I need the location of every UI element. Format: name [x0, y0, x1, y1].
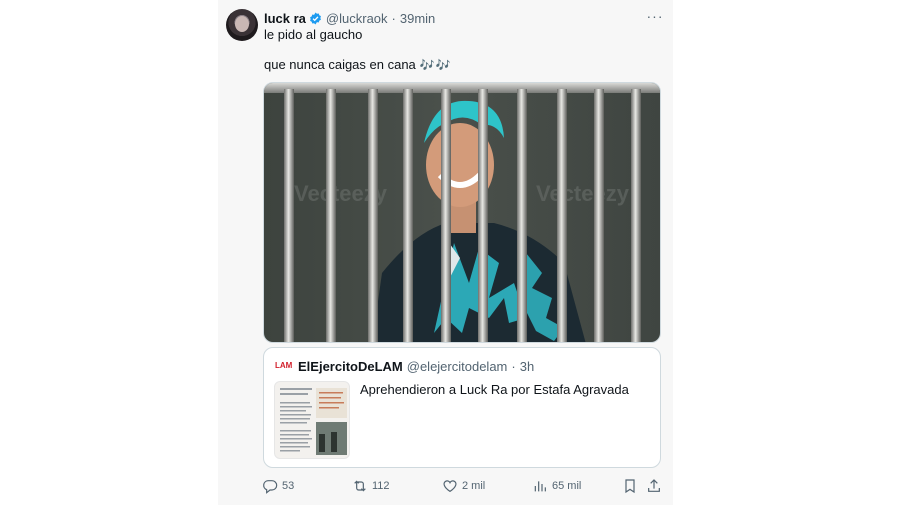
reply-count: 53 — [282, 480, 295, 492]
quote-thumbnail-image[interactable] — [274, 381, 350, 459]
tweet-media-image[interactable]: Vecteezy Vecteezy — [263, 82, 661, 343]
author-avatar[interactable] — [226, 9, 258, 41]
views-count: 65 mil — [552, 480, 582, 492]
verified-badge-icon — [310, 12, 321, 24]
quote-author-name[interactable]: ElEjercitoDeLAM — [298, 359, 403, 374]
jail-bars-illustration: Vecteezy Vecteezy — [264, 83, 660, 342]
more-options-icon[interactable]: ··· — [645, 8, 665, 24]
author-handle[interactable]: @luckraok — [326, 11, 388, 26]
repost-icon — [354, 480, 366, 492]
reply-button[interactable]: 53 — [262, 476, 294, 496]
quote-separator-dot: · — [511, 358, 516, 374]
tweet-actions-bar: 53 112 2 mil 65 mil — [262, 476, 664, 496]
tweet-time[interactable]: 39min — [400, 11, 435, 26]
quote-author-logo: LAM — [275, 361, 293, 370]
musical-notes-emoji: 🎶🎶 — [419, 57, 452, 72]
reply-icon — [263, 480, 278, 494]
share-button[interactable] — [646, 476, 662, 496]
tweet-text-line-2-text: que nunca caigas en cana — [264, 57, 416, 72]
views-chart-icon — [534, 481, 546, 492]
quote-header: ElEjercitoDeLAM @elejercitodelam · 3h — [298, 358, 534, 374]
bookmark-button[interactable] — [622, 476, 638, 496]
repost-count: 112 — [372, 480, 390, 492]
share-icon — [648, 479, 660, 492]
bookmark-icon — [625, 479, 635, 494]
tweet-text-line-2: que nunca caigas en cana 🎶🎶 — [264, 57, 452, 72]
like-count: 2 mil — [462, 480, 486, 492]
like-button[interactable]: 2 mil — [442, 476, 485, 496]
tweet-header: luck ra @luckraok · 39min — [264, 9, 435, 27]
tweet-text-line-1: le pido al gaucho — [264, 27, 363, 42]
quote-text: Aprehendieron a Luck Ra por Estafa Agrav… — [360, 382, 629, 397]
author-name[interactable]: luck ra — [264, 11, 306, 26]
heart-icon — [443, 480, 457, 493]
quote-time[interactable]: 3h — [520, 359, 534, 374]
views-button[interactable]: 65 mil — [532, 476, 581, 496]
repost-button[interactable]: 112 — [352, 476, 390, 496]
quote-author-handle[interactable]: @elejercitodelam — [407, 359, 508, 374]
quoted-tweet[interactable]: LAM ElEjercitoDeLAM @elejercitodelam · 3… — [263, 347, 661, 468]
watermark-text-2: Vecteezy — [536, 181, 630, 206]
separator-dot: · — [391, 10, 396, 26]
